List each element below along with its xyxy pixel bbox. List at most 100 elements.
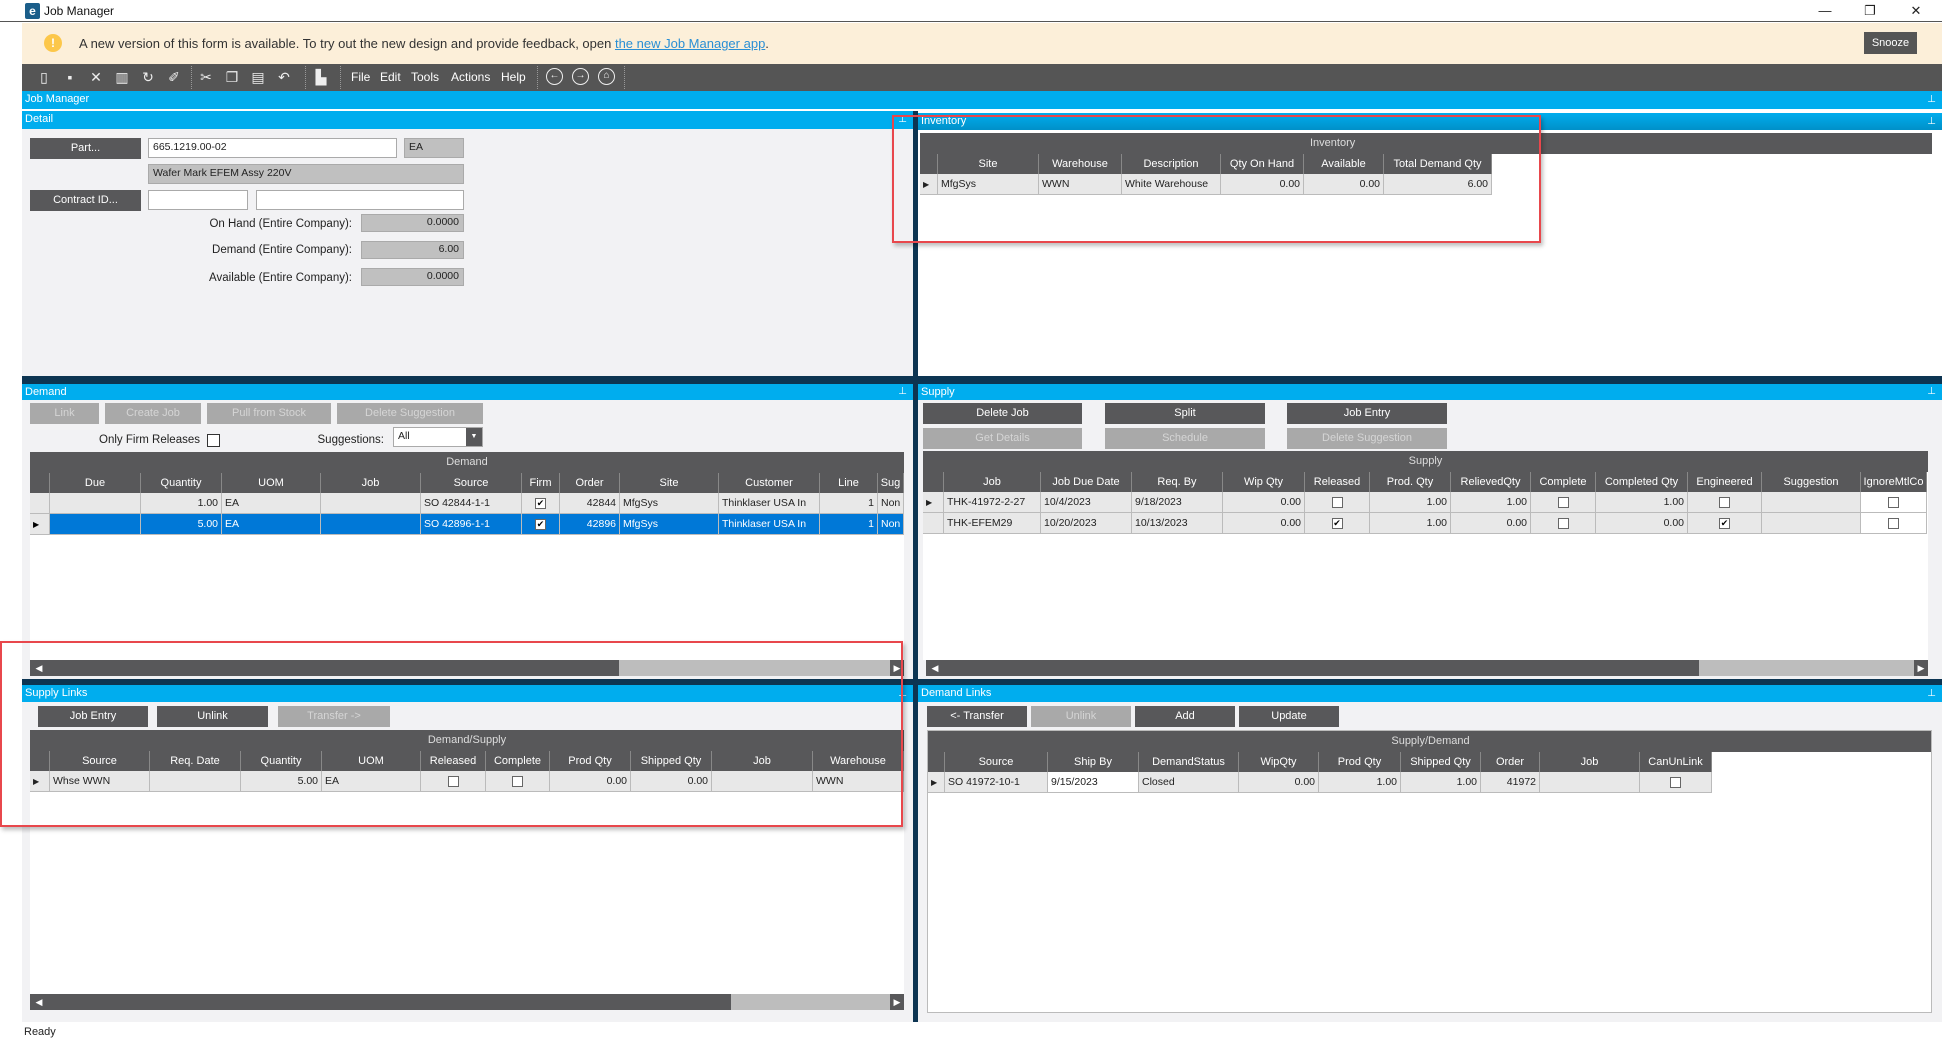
home-icon[interactable]: ⌂ <box>598 68 615 85</box>
scrollbar-thumb[interactable] <box>926 660 1699 676</box>
cell[interactable]: 5.00 <box>241 771 322 792</box>
cell[interactable]: Thinklaser USA In <box>719 514 820 535</box>
snooze-button[interactable]: Snooze <box>1864 32 1917 54</box>
column-header[interactable]: Site <box>938 154 1039 174</box>
cell[interactable]: 0.00 <box>1596 513 1688 534</box>
cell[interactable]: 0.00 <box>550 771 631 792</box>
row-selector[interactable]: ▶ <box>30 771 50 792</box>
column-header[interactable]: Job <box>712 751 813 771</box>
cell[interactable]: Thinklaser USA In <box>719 493 820 514</box>
column-header[interactable]: Due <box>50 473 141 493</box>
pin-icon[interactable]: ⊥ <box>1927 685 1936 702</box>
part-button[interactable]: Part... <box>30 138 141 159</box>
column-header[interactable]: Released <box>421 751 486 771</box>
supply-horizontal-scrollbar[interactable]: ◀ ▶ <box>926 660 1928 676</box>
menu-actions[interactable]: Actions <box>451 70 490 84</box>
delete-icon[interactable]: ✕ <box>86 67 106 87</box>
menu-edit[interactable]: Edit <box>380 70 401 84</box>
only-firm-releases-checkbox[interactable] <box>207 434 220 447</box>
cell[interactable] <box>1762 492 1861 513</box>
cell[interactable]: 9/15/2023 <box>1048 772 1139 793</box>
pin-icon[interactable]: ⊥ <box>1927 113 1936 130</box>
cell[interactable]: 1 <box>820 514 878 535</box>
column-header[interactable]: Order <box>560 473 620 493</box>
scroll-left-icon[interactable]: ◀ <box>32 660 46 676</box>
checkbox[interactable] <box>1557 496 1569 508</box>
cell[interactable]: 1 <box>820 493 878 514</box>
paste-icon[interactable]: ▤ <box>248 67 268 87</box>
column-header[interactable]: Released <box>1305 472 1370 492</box>
cell[interactable]: 1.00 <box>1451 492 1531 513</box>
column-header[interactable]: Completed Qty <box>1596 472 1688 492</box>
schedule-button[interactable]: Schedule <box>1105 428 1265 449</box>
column-header[interactable]: DemandStatus <box>1139 752 1239 772</box>
suggestions-select[interactable]: All ▼ <box>393 427 483 447</box>
table-row[interactable]: ▶ 5.00 EA SO 42896-1-1 ✔ 42896 MfgSys Thinklase… <box>30 514 904 535</box>
cell[interactable]: 1.00 <box>141 493 222 514</box>
job-entry-button[interactable]: Job Entry <box>1287 403 1447 424</box>
column-header[interactable]: Prod. Qty <box>1370 472 1451 492</box>
checkbox[interactable] <box>1719 496 1730 508</box>
cell[interactable]: 1.00 <box>1370 492 1451 513</box>
column-header[interactable]: Qty On Hand <box>1221 154 1304 174</box>
cell[interactable]: 42844 <box>560 493 620 514</box>
pin-icon[interactable]: ⊥ <box>1927 91 1936 108</box>
menu-tools[interactable]: Tools <box>411 70 439 84</box>
column-header[interactable]: Job <box>944 472 1041 492</box>
column-header[interactable]: Shipped Qty <box>1401 752 1481 772</box>
cell[interactable]: 0.00 <box>1223 492 1305 513</box>
cell[interactable]: THK-41972-2-27 <box>944 492 1041 513</box>
cell[interactable]: MfgSys <box>620 514 719 535</box>
column-header[interactable]: Job <box>321 473 421 493</box>
split-button[interactable]: Split <box>1105 403 1265 424</box>
pin-icon[interactable]: ⊥ <box>898 111 907 128</box>
cell[interactable]: 0.00 <box>1239 772 1319 793</box>
cell[interactable]: 9/18/2023 <box>1132 492 1223 513</box>
column-header[interactable]: Firm <box>522 473 560 493</box>
checkbox[interactable] <box>1888 517 1899 529</box>
cell[interactable]: WWN <box>813 771 904 792</box>
column-header[interactable]: CanUnLink <box>1640 752 1712 772</box>
scroll-left-icon[interactable]: ◀ <box>928 660 942 676</box>
column-header[interactable]: Ship By <box>1048 752 1139 772</box>
cell[interactable]: Closed <box>1139 772 1239 793</box>
cell[interactable]: WWN <box>1039 174 1122 195</box>
table-row[interactable]: ▶ THK-41972-2-27 10/4/2023 9/18/2023 0.00 1.0… <box>923 492 1927 513</box>
cell[interactable]: EA <box>322 771 421 792</box>
cell[interactable]: Whse WWN <box>50 771 150 792</box>
horizontal-splitter[interactable] <box>22 376 1942 384</box>
cell[interactable] <box>1762 513 1861 534</box>
back-icon[interactable]: ← <box>546 68 563 85</box>
checkbox[interactable] <box>1670 776 1681 788</box>
column-header[interactable]: Warehouse <box>1039 154 1122 174</box>
clear-icon[interactable]: ▥ <box>112 67 132 87</box>
cut-icon[interactable]: ✂ <box>196 67 216 87</box>
add-button[interactable]: Add <box>1135 706 1235 727</box>
row-selector[interactable] <box>30 493 50 514</box>
menu-help[interactable]: Help <box>501 70 526 84</box>
checked-checkbox[interactable]: ✔ <box>535 518 546 530</box>
cell[interactable]: 0.00 <box>1451 513 1531 534</box>
chevron-down-icon[interactable]: ▼ <box>466 428 482 446</box>
table-row[interactable]: ▶ MfgSys WWN White Warehouse 0.00 0.00 6.00 <box>920 174 1492 195</box>
column-header[interactable]: Available <box>1304 154 1384 174</box>
cell[interactable]: 0.00 <box>631 771 712 792</box>
cell[interactable]: 0.00 <box>1223 513 1305 534</box>
save-icon[interactable]: ▪ <box>60 67 80 87</box>
column-header[interactable]: Customer <box>719 473 820 493</box>
search-icon[interactable]: ▙ <box>311 67 331 87</box>
new-job-manager-link[interactable]: the new Job Manager app <box>615 36 765 51</box>
column-header[interactable]: Total Demand Qty <box>1384 154 1492 174</box>
checkbox[interactable] <box>1888 496 1899 508</box>
cell[interactable]: THK-EFEM29 <box>944 513 1041 534</box>
delete-job-button[interactable]: Delete Job <box>923 403 1082 424</box>
delete-suggestion-button[interactable]: Delete Suggestion <box>337 403 483 424</box>
cell[interactable]: 1.00 <box>1370 513 1451 534</box>
menu-file[interactable]: File <box>351 70 370 84</box>
column-header[interactable]: Engineered <box>1688 472 1762 492</box>
row-selector[interactable]: ▶ <box>923 492 944 513</box>
column-header[interactable]: UOM <box>322 751 421 771</box>
cell[interactable]: 41972 <box>1481 772 1540 793</box>
forward-icon[interactable]: → <box>572 68 589 85</box>
cell[interactable]: Non <box>878 514 904 535</box>
